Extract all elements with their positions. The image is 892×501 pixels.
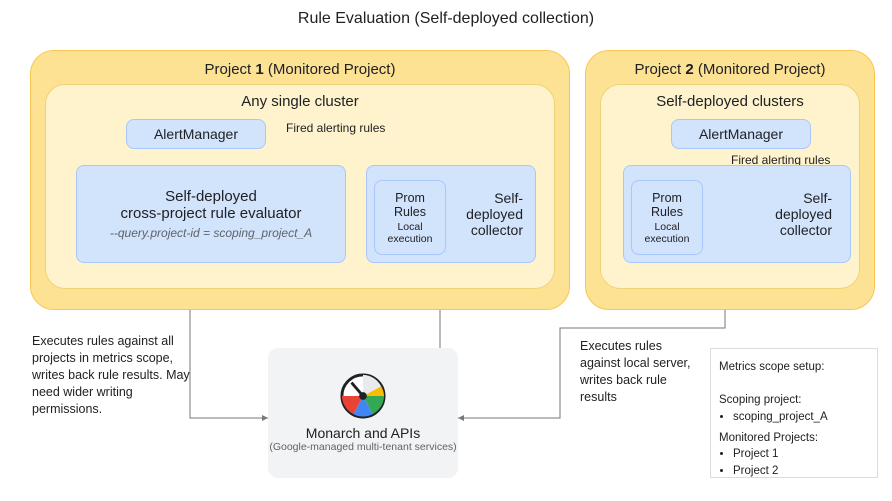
fired-alerting-label-1: Fired alerting rules	[286, 121, 385, 135]
collector-1-line1: Self-	[494, 190, 523, 206]
collector-2-line1: Self-	[803, 190, 832, 206]
note-left: Executes rules against all projects in m…	[32, 333, 192, 417]
monarch-box: Monarch and APIs (Google-managed multi-t…	[268, 348, 458, 478]
project-1-title: Project 1 (Monitored Project)	[45, 61, 555, 78]
monarch-sub: (Google-managed multi-tenant services)	[269, 441, 456, 453]
rule-evaluator-line2: cross-project rule evaluator	[121, 205, 302, 222]
project-1-container: Project 1 (Monitored Project) /* overrid…	[30, 50, 570, 310]
collector-2-line3: collector	[780, 222, 832, 238]
rule-evaluator-line1: Self-deployed	[165, 188, 257, 205]
prom-2-title-a: Prom	[652, 191, 682, 205]
prom-1-title-a: Prom	[395, 191, 425, 205]
scope-monitored-label: Monitored Projects:	[719, 430, 869, 447]
note-right: Executes rules against local server, wri…	[580, 338, 695, 406]
diagram-canvas: Project 1 (Monitored Project) /* overrid…	[10, 38, 882, 488]
scope-header: Metrics scope setup:	[719, 359, 869, 376]
rule-evaluator-flag: --query.project-id = scoping_project_A	[110, 226, 312, 240]
scope-monitored-2: Project 2	[733, 463, 869, 480]
monarch-title: Monarch and APIs	[306, 425, 420, 441]
collector-1-line3: collector	[471, 222, 523, 238]
gauge-icon	[340, 373, 386, 419]
project-1-cluster: Any single cluster AlertManager Fired al…	[45, 84, 555, 289]
prom-1-sub: Local execution	[379, 221, 441, 245]
scope-scoping-label: Scoping project:	[719, 392, 869, 409]
prom-2-title-b: Rules	[651, 205, 683, 219]
rule-evaluator-box: Self-deployed cross-project rule evaluat…	[76, 165, 346, 263]
scope-scoping-value: scoping_project_A	[733, 409, 869, 426]
diagram-title: Rule Evaluation (Self-deployed collectio…	[10, 10, 882, 28]
project-2-cluster-title: Self-deployed clusters	[613, 93, 847, 110]
project-1-cluster-title: Any single cluster	[58, 93, 542, 110]
project-2-container: Project 2 (Monitored Project) Self-deplo…	[585, 50, 875, 310]
prom-2-sub: Local execution	[636, 221, 698, 245]
collector-1-line2: deployed	[466, 206, 523, 222]
prom-1-title-b: Rules	[394, 205, 426, 219]
prom-rules-box-1: Prom Rules Local execution	[374, 180, 446, 255]
alertmanager-box-1: AlertManager	[126, 119, 266, 149]
project-2-title: Project 2 (Monitored Project)	[600, 61, 860, 78]
collector-2-line2: deployed	[775, 206, 832, 222]
prom-rules-box-2: Prom Rules Local execution	[631, 180, 703, 255]
metrics-scope-box: Metrics scope setup: Scoping project: sc…	[710, 348, 878, 478]
project-2-cluster: Self-deployed clusters AlertManager Fire…	[600, 84, 860, 289]
scope-monitored-1: Project 1	[733, 446, 869, 463]
alertmanager-box-2: AlertManager	[671, 119, 811, 149]
